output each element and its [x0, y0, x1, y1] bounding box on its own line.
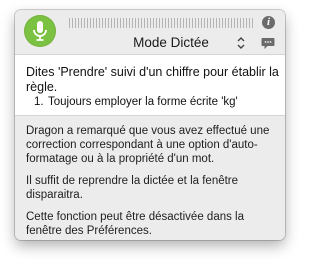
instruction-text: Dites 'Prendre' suivi d'un chiffre pour … [26, 65, 279, 94]
explanation-paragraph: Il suffit de reprendre la dictée et la f… [26, 175, 239, 201]
option-label: Toujours employer la forme écrite 'kg' [48, 96, 238, 108]
explanation-paragraph: Cette fonction peut être désactivée dans… [26, 211, 245, 237]
speech-bubble-icon[interactable] [261, 37, 275, 50]
dictation-window: i Mode Dictée Dites 'Prendre' suivi d'un… [15, 10, 285, 240]
info-icon[interactable]: i [262, 16, 275, 29]
option-list: 1. Toujours employer la forme écrite 'kg' [26, 95, 238, 109]
command-prompt-panel: Dites 'Prendre' suivi d'un chiffre pour … [15, 54, 285, 116]
microphone-button[interactable] [24, 15, 56, 47]
explanation-panel: Dragon a remarqué que vous avez effectué… [15, 116, 285, 240]
option-item[interactable]: 1. Toujours employer la forme écrite 'kg' [26, 95, 238, 109]
option-number: 1. [34, 96, 44, 108]
explanation-paragraph: Dragon a remarqué que vous avez effectué… [26, 125, 270, 165]
mode-selector-label[interactable]: Mode Dictée [115, 35, 227, 51]
toolbar: i Mode Dictée [15, 10, 285, 54]
microphone-icon [33, 21, 47, 41]
chevron-up-down-icon[interactable] [236, 36, 246, 50]
audio-level-meter [69, 18, 255, 28]
